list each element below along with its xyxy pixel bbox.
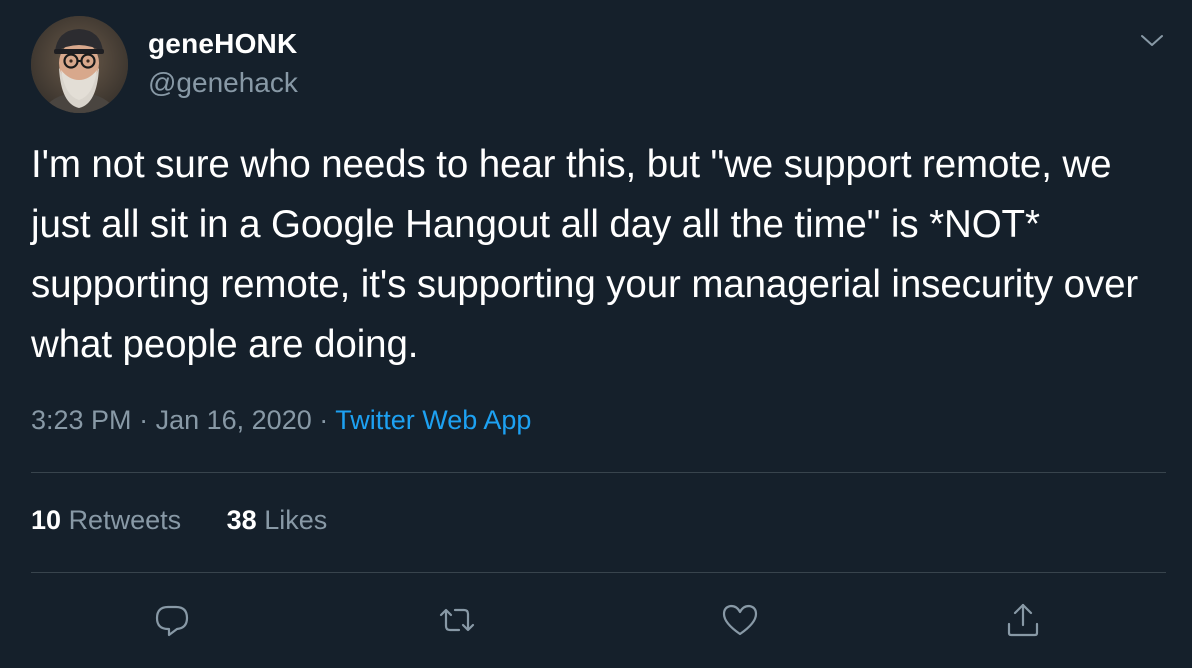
retweets-stat[interactable]: 10 Retweets — [31, 505, 181, 536]
share-button[interactable] — [1003, 600, 1043, 640]
reply-icon — [155, 605, 189, 637]
tweet-detail: geneHONK @genehack I'm not sure who need… — [0, 0, 1192, 668]
retweet-button[interactable] — [437, 600, 477, 640]
like-button[interactable] — [720, 600, 760, 640]
tweet-metadata: 3:23 PM · Jan 16, 2020 · Twitter Web App — [31, 405, 531, 436]
avatar-image — [31, 16, 128, 113]
meta-separator: · — [319, 405, 329, 435]
retweets-label: Retweets — [68, 505, 182, 535]
tweet-date[interactable]: Jan 16, 2020 — [156, 405, 312, 435]
likes-stat[interactable]: 38 Likes — [227, 505, 328, 536]
more-options-button[interactable] — [1138, 30, 1166, 52]
likes-label: Likes — [264, 505, 328, 535]
avatar[interactable] — [31, 16, 128, 113]
retweet-icon — [439, 608, 475, 632]
tweet-time[interactable]: 3:23 PM — [31, 405, 132, 435]
chevron-down-icon — [1141, 35, 1163, 46]
divider — [31, 472, 1166, 473]
meta-separator: · — [139, 405, 149, 435]
retweets-count: 10 — [31, 505, 62, 535]
divider — [31, 572, 1166, 573]
source-link[interactable]: Twitter Web App — [335, 405, 531, 435]
likes-count: 38 — [226, 505, 257, 535]
display-name[interactable]: geneHONK — [148, 28, 297, 60]
reply-button[interactable] — [152, 600, 192, 640]
tweet-text: I'm not sure who needs to hear this, but… — [31, 143, 1139, 366]
user-handle[interactable]: @genehack — [148, 67, 298, 99]
share-icon — [1007, 603, 1039, 637]
heart-icon — [722, 604, 758, 636]
engagement-stats: 10 Retweets 38 Likes — [31, 505, 327, 536]
